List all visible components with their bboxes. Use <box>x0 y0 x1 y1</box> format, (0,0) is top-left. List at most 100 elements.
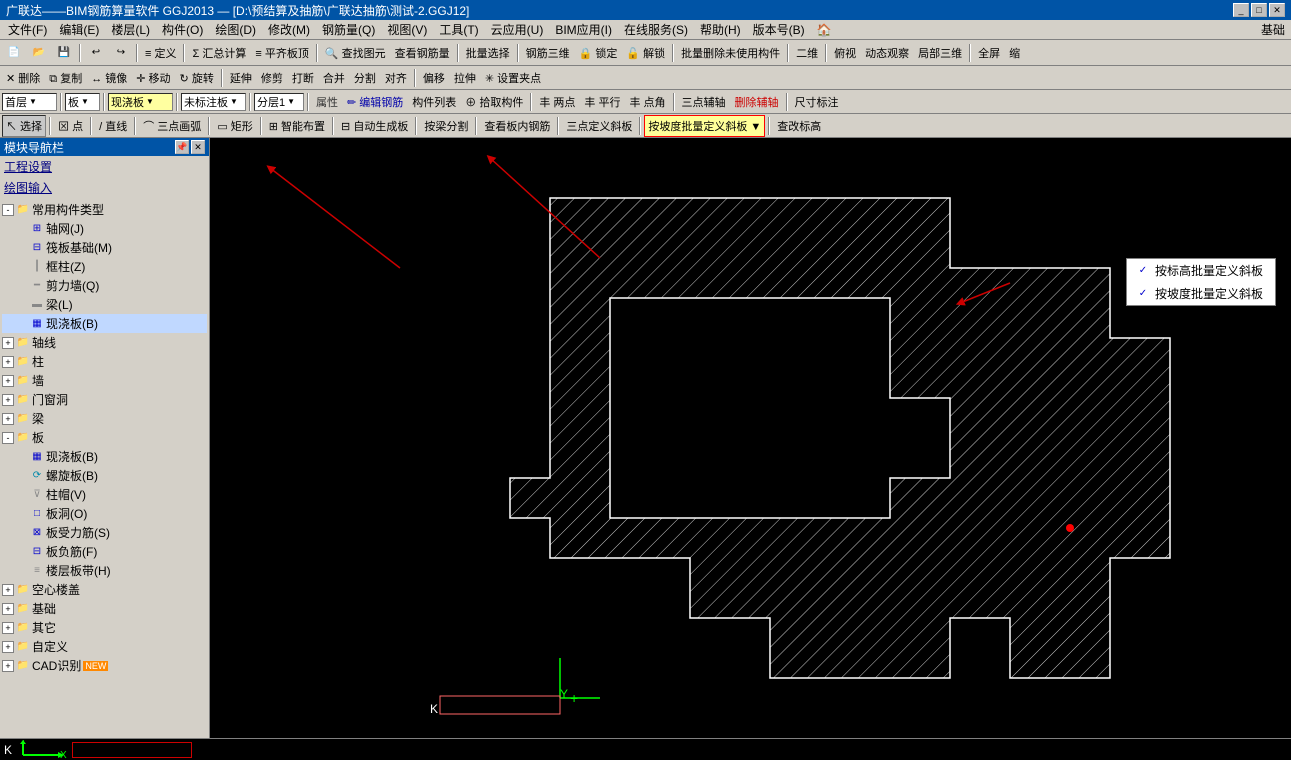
tb-line[interactable]: / 直线 <box>95 115 131 137</box>
tb-align[interactable]: 对齐 <box>381 67 411 89</box>
tb-dim-note[interactable]: 尺寸标注 <box>791 91 843 113</box>
toggle-column[interactable]: + <box>2 356 14 368</box>
menu-floor[interactable]: 楼层(L) <box>105 19 156 40</box>
panel-close-btn[interactable]: ✕ <box>191 140 205 154</box>
tb-stretch[interactable]: 拉伸 <box>450 67 480 89</box>
tree-item-slab-group[interactable]: - 📁 板 <box>2 428 207 447</box>
tb-top-view[interactable]: 俯视 <box>830 42 860 64</box>
toggle-opening[interactable]: + <box>2 394 14 406</box>
tb-batch-delete[interactable]: 批量删除未使用构件 <box>677 42 784 64</box>
tb-edit-rebar[interactable]: ✏ 编辑钢筋 <box>343 91 407 113</box>
tb-split-by-beam[interactable]: 按梁分割 <box>420 115 472 137</box>
tb-3pt-arc[interactable]: ⌒ 三点画弧 <box>139 115 205 137</box>
dropdown-item-height[interactable]: ✓ 按标高批量定义斜板 <box>1127 259 1275 282</box>
tree-item-hollow[interactable]: + 📁 空心楼盖 <box>2 580 207 599</box>
tree-item-axis[interactable]: + 📁 轴线 <box>2 333 207 352</box>
toggle-custom[interactable]: + <box>2 641 14 653</box>
tb-smart-layout[interactable]: ⊞ 智能布置 <box>265 115 329 137</box>
menu-modify[interactable]: 修改(M) <box>262 19 316 40</box>
tree-item-wall[interactable]: ━ 剪力墙(Q) <box>2 276 207 295</box>
tb-local-3d[interactable]: 局部三维 <box>914 42 966 64</box>
tb-del-axis[interactable]: 删除辅轴 <box>731 91 783 113</box>
tree-item-slab-common[interactable]: ▦ 现浇板(B) <box>2 314 207 333</box>
toggle-slab[interactable]: - <box>2 432 14 444</box>
menu-file[interactable]: 文件(F) <box>2 19 53 40</box>
tree-item-spiral-slab[interactable]: ⟳ 螺旋板(B) <box>2 466 207 485</box>
tb-delete[interactable]: ✕ 删除 <box>2 67 44 89</box>
layer-select[interactable]: 分层1▼ <box>254 93 304 111</box>
tb-two-points[interactable]: 丰 两点 <box>535 91 579 113</box>
tb-rect[interactable]: ▭ 矩形 <box>213 115 256 137</box>
tree-item-common[interactable]: - 📁 常用构件类型 <box>2 200 207 219</box>
view-select[interactable]: 现浇板▼ <box>108 93 173 111</box>
tb-find-element[interactable]: 🔍 查找图元 <box>321 42 390 64</box>
tb-summary[interactable]: Σ 汇总计算 <box>188 42 250 64</box>
tb-redo[interactable]: ↪ <box>109 42 133 64</box>
tb-zoom[interactable]: 缩 <box>1005 42 1024 64</box>
tb-offset[interactable]: 偏移 <box>419 67 449 89</box>
dropdown-item-slope[interactable]: ✓ 按坡度批量定义斜板 <box>1127 282 1275 305</box>
tree-item-axis-net[interactable]: ⊞ 轴网(J) <box>2 219 207 238</box>
tree-item-cast-slab[interactable]: ▦ 现浇板(B) <box>2 447 207 466</box>
tree-item-cad[interactable]: + 📁 CAD识别 NEW <box>2 656 207 675</box>
tb-batch-select[interactable]: 批量选择 <box>462 42 514 64</box>
x-coord-input[interactable] <box>72 742 192 758</box>
tb-new[interactable]: 📄 <box>2 42 26 64</box>
tree-item-column[interactable]: + 📁 柱 <box>2 352 207 371</box>
menu-rebar-qty[interactable]: 钢筋量(Q) <box>316 19 381 40</box>
toggle-hollow[interactable]: + <box>2 584 14 596</box>
toggle-foundation[interactable]: + <box>2 603 14 615</box>
tree-item-stress-rebar[interactable]: ⊠ 板受力筋(S) <box>2 523 207 542</box>
tree-item-opening[interactable]: + 📁 门窗洞 <box>2 390 207 409</box>
tb-3pt-slope[interactable]: 三点定义斜板 <box>562 115 636 137</box>
tb-property[interactable]: 属性 <box>312 91 342 113</box>
menu-view[interactable]: 视图(V) <box>381 19 433 40</box>
tb-undo[interactable]: ↩ <box>84 42 108 64</box>
toggle-common[interactable]: - <box>2 204 14 216</box>
maximize-button[interactable]: □ <box>1251 3 1267 17</box>
menu-cloud[interactable]: 云应用(U) <box>485 19 550 40</box>
menu-bim[interactable]: BIM应用(I) <box>549 19 618 40</box>
tree-item-other[interactable]: + 📁 其它 <box>2 618 207 637</box>
tb-open[interactable]: 📂 <box>27 42 51 64</box>
tree-item-beam[interactable]: ▬ 梁(L) <box>2 295 207 314</box>
tb-extend[interactable]: 延伸 <box>226 67 256 89</box>
toggle-other[interactable]: + <box>2 622 14 634</box>
tb-auto-gen-slab[interactable]: ⊟ 自动生成板 <box>337 115 412 137</box>
tree-item-raft[interactable]: ⊟ 筏板基础(M) <box>2 238 207 257</box>
tb-lock[interactable]: 🔒 锁定 <box>575 42 622 64</box>
tb-select[interactable]: ↖ 选择 <box>2 115 46 137</box>
menu-tools[interactable]: 工具(T) <box>433 19 484 40</box>
tb-pick-component[interactable]: ⊕ 拾取构件 <box>461 91 527 113</box>
tb-save[interactable]: 💾 <box>52 42 76 64</box>
tb-component-list[interactable]: 构件列表 <box>408 91 460 113</box>
tree-item-floor-band[interactable]: ≡ 楼层板带(H) <box>2 561 207 580</box>
tb-parallel[interactable]: 丰 平行 <box>580 91 624 113</box>
tb-merge[interactable]: 合并 <box>319 67 349 89</box>
menu-component[interactable]: 构件(O) <box>156 19 209 40</box>
canvas-area[interactable]: + Y K ✓ 按标高批量定义斜板 ✓ 按坡度批量定义斜板 <box>210 138 1291 738</box>
tb-break[interactable]: 打断 <box>288 67 318 89</box>
tb-trim[interactable]: 修剪 <box>257 67 287 89</box>
menu-version[interactable]: 版本号(B) <box>747 19 811 40</box>
minimize-button[interactable]: _ <box>1233 3 1249 17</box>
tb-define[interactable]: ≡ 定义 <box>141 42 180 64</box>
tb-mirror[interactable]: ↔ 镜像 <box>87 67 131 89</box>
project-settings-link[interactable]: 工程设置 <box>4 160 52 174</box>
tree-item-custom[interactable]: + 📁 自定义 <box>2 637 207 656</box>
tb-move[interactable]: ✛ 移动 <box>132 67 174 89</box>
tb-align-top[interactable]: ≡ 平齐板顶 <box>251 42 312 64</box>
menu-online[interactable]: 在线服务(S) <box>618 19 694 40</box>
tb-view-rebar[interactable]: 查看钢筋量 <box>391 42 454 64</box>
menu-help[interactable]: 帮助(H) <box>694 19 747 40</box>
tree-item-col[interactable]: ┃ 框柱(Z) <box>2 257 207 276</box>
tb-copy[interactable]: ⧉ 复制 <box>45 67 86 89</box>
tb-split[interactable]: 分割 <box>350 67 380 89</box>
tree-item-beam-group[interactable]: + 📁 梁 <box>2 409 207 428</box>
tb-set-grip[interactable]: ✳ 设置夹点 <box>481 67 545 89</box>
tree-item-cap[interactable]: ⊽ 柱帽(V) <box>2 485 207 504</box>
tb-view-slab-rebar[interactable]: 查看板内钢筋 <box>480 115 554 137</box>
tb-2d[interactable]: 二维 <box>792 42 822 64</box>
tb-batch-slope[interactable]: 按坡度批量定义斜板 ▼ <box>644 115 765 137</box>
tree-item-hole[interactable]: □ 板洞(O) <box>2 504 207 523</box>
